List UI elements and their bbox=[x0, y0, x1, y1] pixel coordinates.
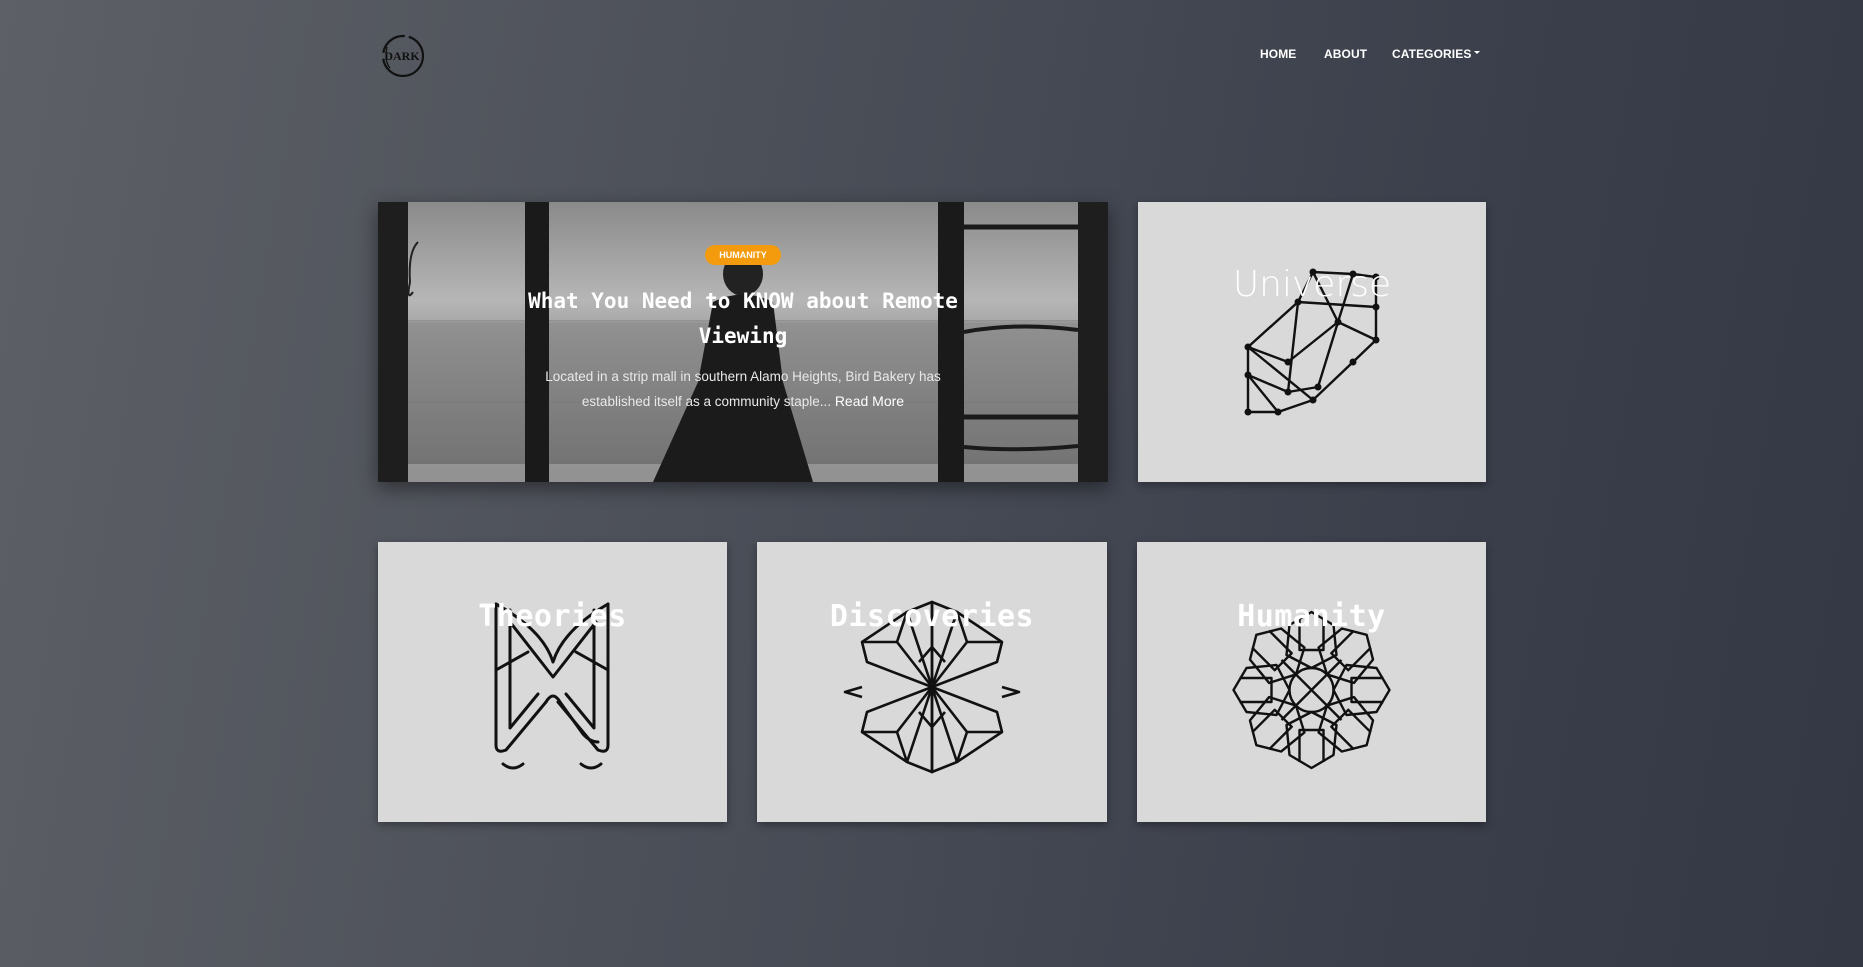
category-card-discoveries[interactable]: Discoveries bbox=[757, 542, 1107, 822]
featured-post-excerpt: Located in a strip mall in southern Alam… bbox=[538, 365, 948, 414]
geometric-flower-icon bbox=[843, 600, 1021, 774]
category-badge[interactable]: HUMANITY bbox=[705, 245, 781, 265]
read-more-link[interactable]: Read More bbox=[835, 393, 904, 409]
nav-home[interactable]: HOME bbox=[1260, 47, 1296, 61]
category-title-theories: Theories bbox=[478, 599, 627, 634]
rosette-icon bbox=[1232, 610, 1391, 770]
category-card-universe[interactable]: Universe bbox=[1138, 202, 1486, 482]
w-knot-icon bbox=[494, 602, 610, 770]
category-card-humanity[interactable]: Humanity bbox=[1137, 542, 1486, 822]
category-card-theories[interactable]: Theories bbox=[378, 542, 727, 822]
nav-categories-dropdown[interactable]: CATEGORIES bbox=[1392, 47, 1481, 61]
chevron-down-icon bbox=[1474, 51, 1481, 55]
logo-text: DARK bbox=[384, 49, 420, 63]
constellation-icon bbox=[1244, 268, 1380, 416]
category-title-humanity: Humanity bbox=[1237, 599, 1386, 634]
featured-post-title[interactable]: What You Need to KNOW about Remote Viewi… bbox=[528, 284, 958, 354]
featured-post-card[interactable]: HUMANITY What You Need to KNOW about Rem… bbox=[378, 202, 1108, 482]
site-logo[interactable]: DARK bbox=[378, 33, 426, 79]
nav-categories-label: CATEGORIES bbox=[1392, 47, 1472, 61]
nav-about[interactable]: ABOUT bbox=[1324, 47, 1367, 61]
category-title-discoveries: Discoveries bbox=[829, 599, 1035, 634]
category-title-universe: Universe bbox=[1232, 264, 1392, 305]
logo-emblem-icon: DARK bbox=[381, 34, 425, 78]
